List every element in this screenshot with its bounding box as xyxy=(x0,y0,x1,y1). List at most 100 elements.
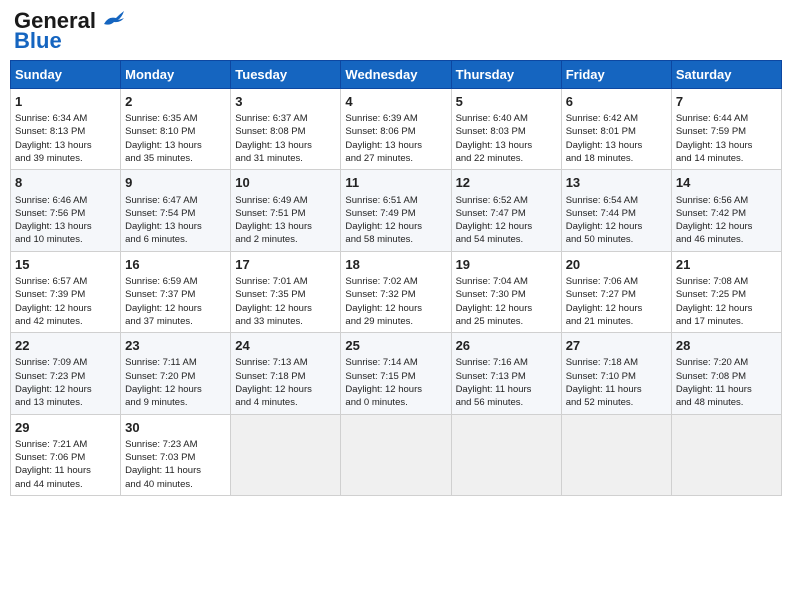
day-info: Sunrise: 7:21 AM xyxy=(15,438,116,451)
day-number: 5 xyxy=(456,93,557,111)
header-wednesday: Wednesday xyxy=(341,61,451,89)
day-info: Sunrise: 7:14 AM xyxy=(345,356,446,369)
day-info: Sunset: 7:39 PM xyxy=(15,288,116,301)
day-number: 1 xyxy=(15,93,116,111)
calendar-cell xyxy=(671,414,781,495)
day-info: Sunset: 7:27 PM xyxy=(566,288,667,301)
day-number: 21 xyxy=(676,256,777,274)
day-info: Sunset: 7:35 PM xyxy=(235,288,336,301)
day-info: Daylight: 12 hours xyxy=(125,302,226,315)
day-info: Daylight: 12 hours xyxy=(676,220,777,233)
calendar-cell: 30Sunrise: 7:23 AMSunset: 7:03 PMDayligh… xyxy=(121,414,231,495)
calendar-week-row: 8Sunrise: 6:46 AMSunset: 7:56 PMDaylight… xyxy=(11,170,782,251)
day-info: Sunrise: 6:51 AM xyxy=(345,194,446,207)
day-info: Sunrise: 6:49 AM xyxy=(235,194,336,207)
day-info: Daylight: 12 hours xyxy=(676,302,777,315)
logo-bird-icon xyxy=(98,8,126,30)
day-info: Sunset: 7:49 PM xyxy=(345,207,446,220)
calendar-cell: 24Sunrise: 7:13 AMSunset: 7:18 PMDayligh… xyxy=(231,333,341,414)
day-info: and 52 minutes. xyxy=(566,396,667,409)
day-info: and 9 minutes. xyxy=(125,396,226,409)
logo: General Blue xyxy=(14,10,126,54)
day-info: Sunset: 8:08 PM xyxy=(235,125,336,138)
day-info: Daylight: 12 hours xyxy=(235,383,336,396)
day-info: Daylight: 11 hours xyxy=(566,383,667,396)
calendar-cell: 12Sunrise: 6:52 AMSunset: 7:47 PMDayligh… xyxy=(451,170,561,251)
day-info: Daylight: 11 hours xyxy=(456,383,557,396)
day-info: Sunset: 7:42 PM xyxy=(676,207,777,220)
day-info: Sunrise: 6:37 AM xyxy=(235,112,336,125)
day-info: Sunset: 7:25 PM xyxy=(676,288,777,301)
day-info: Sunrise: 6:56 AM xyxy=(676,194,777,207)
day-number: 12 xyxy=(456,174,557,192)
day-number: 20 xyxy=(566,256,667,274)
day-info: and 10 minutes. xyxy=(15,233,116,246)
day-info: and 46 minutes. xyxy=(676,233,777,246)
day-info: Sunset: 7:37 PM xyxy=(125,288,226,301)
day-info: Sunrise: 6:42 AM xyxy=(566,112,667,125)
calendar-cell: 10Sunrise: 6:49 AMSunset: 7:51 PMDayligh… xyxy=(231,170,341,251)
day-info: Sunset: 7:06 PM xyxy=(15,451,116,464)
day-info: and 44 minutes. xyxy=(15,478,116,491)
day-info: Sunrise: 7:23 AM xyxy=(125,438,226,451)
day-number: 8 xyxy=(15,174,116,192)
day-info: Sunrise: 6:34 AM xyxy=(15,112,116,125)
day-info: and 56 minutes. xyxy=(456,396,557,409)
day-info: Sunrise: 6:47 AM xyxy=(125,194,226,207)
calendar-cell: 15Sunrise: 6:57 AMSunset: 7:39 PMDayligh… xyxy=(11,251,121,332)
day-info: Sunset: 7:51 PM xyxy=(235,207,336,220)
day-number: 14 xyxy=(676,174,777,192)
calendar-week-row: 1Sunrise: 6:34 AMSunset: 8:13 PMDaylight… xyxy=(11,89,782,170)
day-info: and 29 minutes. xyxy=(345,315,446,328)
day-info: and 13 minutes. xyxy=(15,396,116,409)
calendar-cell: 13Sunrise: 6:54 AMSunset: 7:44 PMDayligh… xyxy=(561,170,671,251)
day-info: Sunset: 8:10 PM xyxy=(125,125,226,138)
calendar-cell: 29Sunrise: 7:21 AMSunset: 7:06 PMDayligh… xyxy=(11,414,121,495)
day-number: 24 xyxy=(235,337,336,355)
day-info: Sunset: 8:06 PM xyxy=(345,125,446,138)
day-info: and 58 minutes. xyxy=(345,233,446,246)
day-info: Daylight: 13 hours xyxy=(456,139,557,152)
day-info: Sunrise: 6:35 AM xyxy=(125,112,226,125)
calendar-cell xyxy=(561,414,671,495)
header-tuesday: Tuesday xyxy=(231,61,341,89)
day-info: and 22 minutes. xyxy=(456,152,557,165)
calendar-cell: 11Sunrise: 6:51 AMSunset: 7:49 PMDayligh… xyxy=(341,170,451,251)
day-info: Sunset: 7:44 PM xyxy=(566,207,667,220)
day-info: Sunrise: 7:06 AM xyxy=(566,275,667,288)
day-info: Daylight: 11 hours xyxy=(15,464,116,477)
day-info: Sunset: 7:08 PM xyxy=(676,370,777,383)
day-info: and 37 minutes. xyxy=(125,315,226,328)
day-number: 15 xyxy=(15,256,116,274)
day-number: 16 xyxy=(125,256,226,274)
calendar-cell: 25Sunrise: 7:14 AMSunset: 7:15 PMDayligh… xyxy=(341,333,451,414)
header-friday: Friday xyxy=(561,61,671,89)
day-number: 9 xyxy=(125,174,226,192)
day-info: Daylight: 12 hours xyxy=(456,220,557,233)
day-info: Sunset: 7:20 PM xyxy=(125,370,226,383)
day-number: 7 xyxy=(676,93,777,111)
day-number: 3 xyxy=(235,93,336,111)
calendar-cell: 20Sunrise: 7:06 AMSunset: 7:27 PMDayligh… xyxy=(561,251,671,332)
calendar-week-row: 22Sunrise: 7:09 AMSunset: 7:23 PMDayligh… xyxy=(11,333,782,414)
day-info: Sunrise: 7:11 AM xyxy=(125,356,226,369)
day-info: Sunset: 7:54 PM xyxy=(125,207,226,220)
day-info: Sunrise: 6:39 AM xyxy=(345,112,446,125)
day-info: Daylight: 11 hours xyxy=(676,383,777,396)
day-info: Sunrise: 7:08 AM xyxy=(676,275,777,288)
day-info: Sunset: 7:15 PM xyxy=(345,370,446,383)
day-number: 22 xyxy=(15,337,116,355)
day-info: Sunset: 7:30 PM xyxy=(456,288,557,301)
day-number: 6 xyxy=(566,93,667,111)
day-info: Sunset: 7:32 PM xyxy=(345,288,446,301)
day-number: 13 xyxy=(566,174,667,192)
calendar-cell: 4Sunrise: 6:39 AMSunset: 8:06 PMDaylight… xyxy=(341,89,451,170)
day-info: and 2 minutes. xyxy=(235,233,336,246)
day-info: Daylight: 12 hours xyxy=(15,302,116,315)
day-number: 28 xyxy=(676,337,777,355)
calendar-week-row: 15Sunrise: 6:57 AMSunset: 7:39 PMDayligh… xyxy=(11,251,782,332)
day-info: Daylight: 11 hours xyxy=(125,464,226,477)
day-info: Sunset: 7:59 PM xyxy=(676,125,777,138)
day-info: Sunrise: 6:46 AM xyxy=(15,194,116,207)
calendar-cell: 3Sunrise: 6:37 AMSunset: 8:08 PMDaylight… xyxy=(231,89,341,170)
